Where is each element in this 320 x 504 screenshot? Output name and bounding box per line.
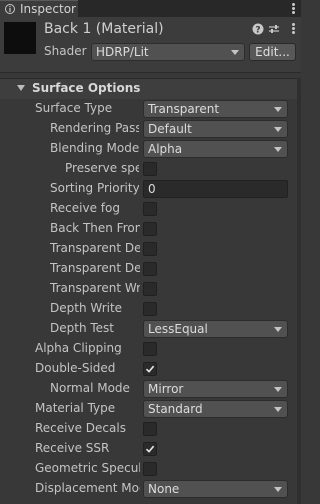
- property-row: Sorting Priority 0: [0, 179, 301, 199]
- property-label: Blending Mode: [50, 141, 139, 155]
- material-menu-icon[interactable]: [292, 23, 296, 34]
- property-label: Double-Sided: [35, 361, 116, 375]
- inspector-scrollbar[interactable]: [297, 78, 301, 504]
- property-row: Geometric Specular AA: [0, 459, 301, 479]
- property-checkbox[interactable]: [143, 202, 157, 216]
- presets-icon[interactable]: [268, 23, 280, 35]
- dropdown-value: None: [148, 482, 180, 496]
- number-value: 0: [148, 182, 156, 196]
- property-label: Geometric Specular AA: [35, 461, 140, 475]
- property-dropdown[interactable]: Mirror: [143, 380, 288, 398]
- material-header: Back 1 (Material) ? Shader HDRP/Lit Edit…: [0, 17, 301, 73]
- property-row: Receive SSR: [0, 439, 301, 459]
- chevron-down-icon: [274, 387, 282, 392]
- dropdown-value: Standard: [148, 402, 203, 416]
- property-label: Rendering Pass: [50, 121, 139, 135]
- property-row: Depth Write: [0, 299, 301, 319]
- help-icon[interactable]: ?: [252, 23, 264, 35]
- property-label: Receive Decals: [35, 421, 126, 435]
- section-title: Surface Options: [32, 81, 141, 95]
- property-checkbox[interactable]: [143, 222, 157, 236]
- property-label: Receive SSR: [35, 441, 110, 455]
- property-checkbox[interactable]: [143, 302, 157, 316]
- chevron-down-icon: [274, 407, 282, 412]
- property-row: Double-Sided: [0, 359, 301, 379]
- sorting-priority-field[interactable]: 0: [143, 180, 288, 198]
- property-row: Normal Mode Mirror: [0, 379, 301, 399]
- property-checkbox[interactable]: [143, 282, 157, 296]
- property-checkbox[interactable]: [143, 362, 157, 376]
- dropdown-value: Transparent: [148, 102, 220, 116]
- property-checkbox[interactable]: [143, 422, 157, 436]
- property-label: Alpha Clipping: [35, 341, 122, 355]
- svg-text:?: ?: [255, 26, 260, 36]
- property-row: Receive Decals: [0, 419, 301, 439]
- property-label: Depth Test: [50, 321, 114, 335]
- property-row: Material Type Standard: [0, 399, 301, 419]
- property-label: Preserve specular lighting: [65, 161, 139, 175]
- foldout-arrow-icon: [17, 85, 25, 91]
- property-label: Depth Write: [50, 301, 123, 315]
- property-label: Back Then Front Rendering: [50, 221, 140, 235]
- property-row: Rendering Pass Default: [0, 119, 301, 139]
- property-row: Displacement Mode None: [0, 479, 301, 499]
- dropdown-value: Default: [148, 122, 192, 136]
- dropdown-value: Alpha: [148, 142, 183, 156]
- shader-value: HDRP/Lit: [96, 45, 149, 59]
- chevron-down-icon: [274, 107, 282, 112]
- property-label: Material Type: [35, 401, 116, 415]
- dropdown-value: Mirror: [148, 382, 184, 396]
- property-checkbox[interactable]: [143, 262, 157, 276]
- shader-label: Shader: [44, 44, 87, 58]
- material-title: Back 1 (Material): [44, 21, 164, 37]
- more-menu-icon[interactable]: [292, 3, 296, 14]
- property-label: Receive fog: [50, 201, 120, 215]
- property-row: Transparent Depth Prepass: [0, 239, 301, 259]
- property-row: Surface Type Transparent: [0, 99, 301, 119]
- property-checkbox[interactable]: [143, 442, 157, 456]
- edit-shader-button[interactable]: Edit...: [249, 43, 296, 61]
- shader-dropdown[interactable]: HDRP/Lit: [91, 43, 245, 61]
- chevron-down-icon: [274, 327, 282, 332]
- property-checkbox[interactable]: [143, 242, 157, 256]
- property-label: Sorting Priority: [50, 181, 139, 195]
- chevron-down-icon: [231, 50, 239, 55]
- material-preview-thumbnail: [4, 22, 36, 54]
- property-row: Transparent Depth Postpass: [0, 259, 301, 279]
- property-dropdown[interactable]: Transparent: [143, 100, 288, 118]
- property-row: Blending Mode Alpha: [0, 139, 301, 159]
- property-label: Normal Mode: [50, 381, 130, 395]
- inspector-info-icon: [5, 4, 15, 14]
- property-checkbox[interactable]: [143, 162, 157, 176]
- property-dropdown[interactable]: Default: [143, 120, 288, 138]
- property-checkbox[interactable]: [143, 342, 157, 356]
- property-dropdown[interactable]: LessEqual: [143, 320, 288, 338]
- property-label: Transparent Writes Motion Vectors: [50, 281, 140, 295]
- chevron-down-icon: [274, 127, 282, 132]
- property-dropdown[interactable]: Alpha: [143, 140, 288, 158]
- checkmark-icon: [145, 445, 155, 453]
- property-row: Alpha Clipping: [0, 339, 301, 359]
- property-label: Transparent Depth Prepass: [50, 241, 140, 255]
- property-label: Displacement Mode: [35, 481, 140, 495]
- tab-bar: Inspector: [0, 0, 301, 17]
- property-label: Surface Type: [35, 101, 113, 115]
- property-row: Transparent Writes Motion Vectors: [0, 279, 301, 299]
- surface-options-header[interactable]: Surface Options: [0, 78, 301, 99]
- property-row: Depth Test LessEqual: [0, 319, 301, 339]
- property-row: Preserve specular lighting: [0, 159, 301, 179]
- tab-label: Inspector: [20, 2, 76, 16]
- property-dropdown[interactable]: None: [143, 480, 288, 498]
- chevron-down-icon: [274, 487, 282, 492]
- tab-inspector[interactable]: Inspector: [0, 0, 78, 17]
- checkmark-icon: [145, 365, 155, 373]
- dropdown-value: LessEqual: [148, 322, 208, 336]
- property-row: Receive fog: [0, 199, 301, 219]
- property-label: Transparent Depth Postpass: [50, 261, 140, 275]
- property-row: Back Then Front Rendering: [0, 219, 301, 239]
- property-checkbox[interactable]: [143, 462, 157, 476]
- chevron-down-icon: [274, 147, 282, 152]
- property-dropdown[interactable]: Standard: [143, 400, 288, 418]
